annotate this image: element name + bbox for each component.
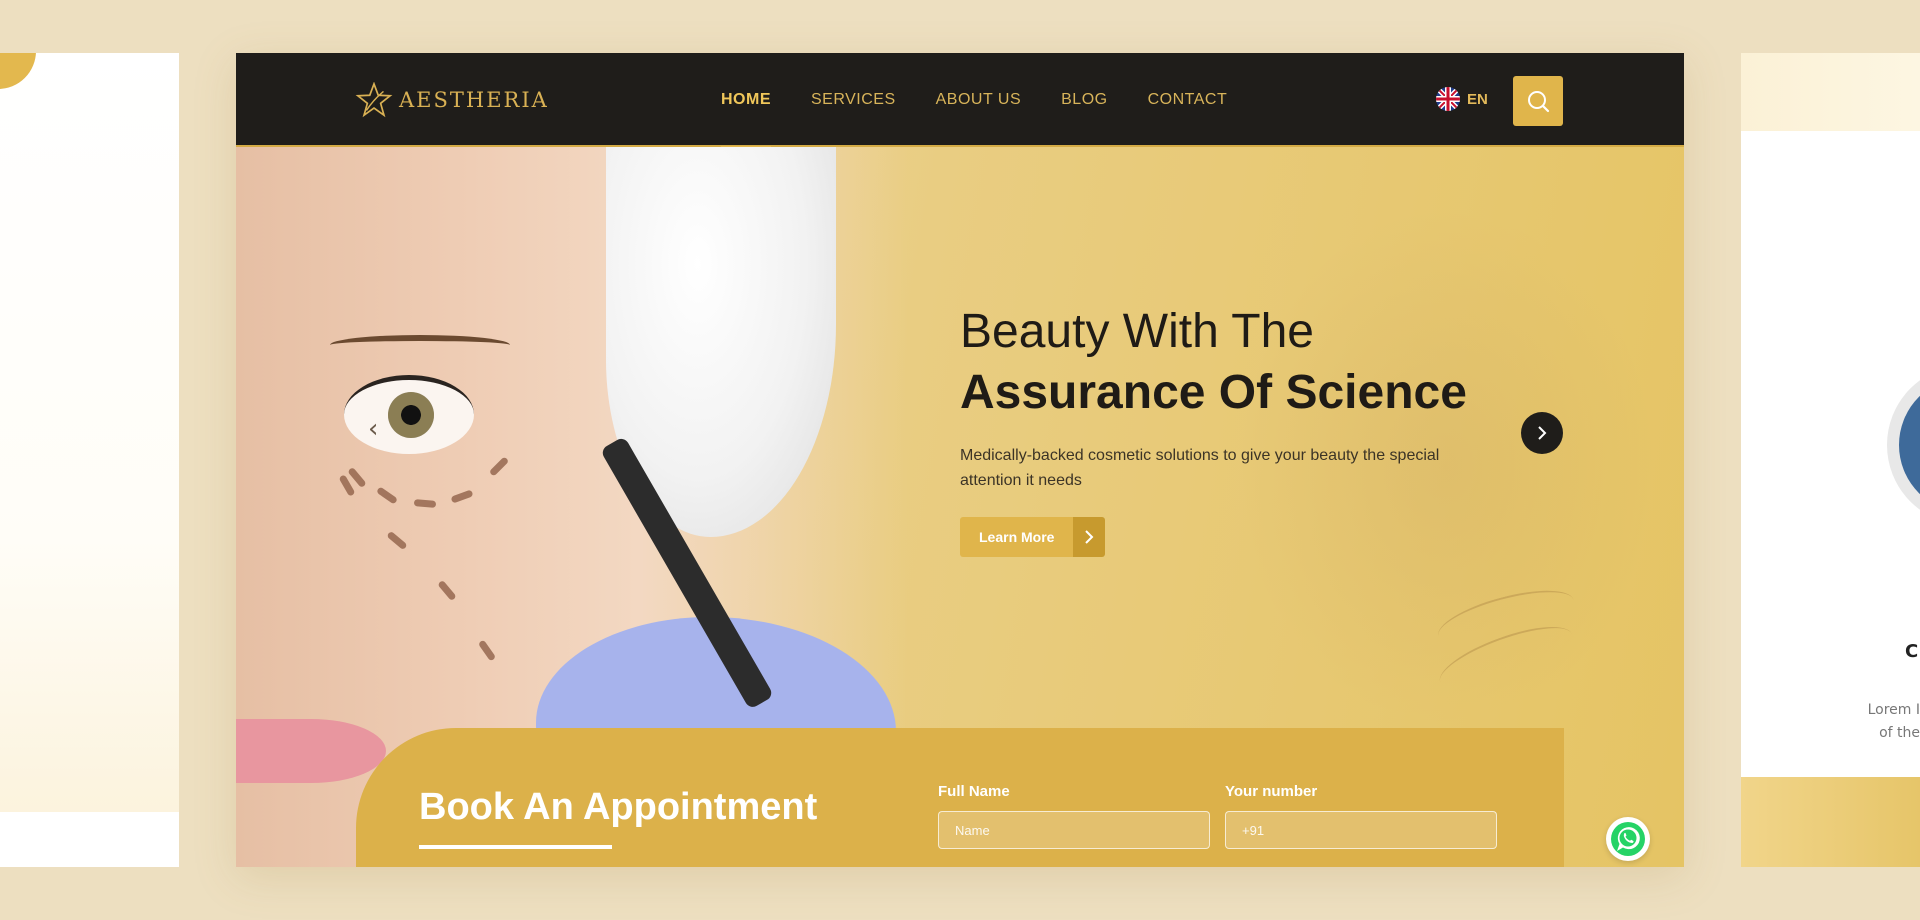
right-preview-header bbox=[1741, 53, 1920, 131]
right-preview-text: Lorem I of the bbox=[1867, 702, 1920, 741]
hero-banner: ‹ Beauty With The Assurance Of Science M… bbox=[236, 147, 1684, 867]
nav-about-us[interactable]: ABOUT US bbox=[936, 53, 1022, 147]
brand-name: AESTHERIA bbox=[399, 88, 549, 112]
booking-title-underline bbox=[419, 845, 612, 849]
right-preview-footer bbox=[1741, 777, 1920, 867]
navbar: AESTHERIA HOME SERVICES ABOUT US BLOG CO… bbox=[236, 53, 1684, 149]
marker-dash bbox=[488, 456, 510, 477]
hero-subtitle: Medically-backed cosmetic solutions to g… bbox=[960, 447, 1440, 489]
whatsapp-button[interactable] bbox=[1606, 817, 1650, 861]
slider-next-button[interactable] bbox=[1521, 412, 1563, 454]
language-selector[interactable]: EN bbox=[1436, 87, 1488, 111]
star-logo-icon bbox=[355, 82, 393, 118]
marker-dash bbox=[413, 499, 437, 508]
avatar bbox=[1887, 365, 1920, 525]
search-icon bbox=[1528, 91, 1550, 113]
chevron-right-icon bbox=[1538, 426, 1547, 440]
left-preview-panel bbox=[0, 53, 179, 867]
nav-home[interactable]: HOME bbox=[721, 53, 771, 149]
hero-image-brow bbox=[330, 335, 510, 355]
chevron-right-icon bbox=[1085, 530, 1094, 544]
full-name-input[interactable] bbox=[938, 811, 1210, 849]
uk-flag-icon bbox=[1436, 87, 1460, 111]
logo[interactable]: AESTHERIA bbox=[355, 82, 549, 118]
full-name-label: Full Name bbox=[938, 783, 1010, 800]
slider-prev-button[interactable]: ‹ bbox=[368, 414, 378, 444]
phone-number-label: Your number bbox=[1225, 783, 1318, 800]
nav-services[interactable]: SERVICES bbox=[811, 53, 896, 147]
main-page: AESTHERIA HOME SERVICES ABOUT US BLOG CO… bbox=[236, 53, 1684, 867]
learn-more-label: Learn More bbox=[960, 517, 1074, 557]
decorative-corner bbox=[0, 53, 36, 89]
hero-title-line-2: Assurance Of Science bbox=[960, 366, 1467, 419]
marker-dash bbox=[450, 489, 474, 504]
main-nav: HOME SERVICES ABOUT US BLOG CONTACT bbox=[721, 53, 1267, 149]
marker-dash bbox=[437, 579, 457, 602]
whatsapp-icon bbox=[1611, 822, 1645, 856]
nav-blog[interactable]: BLOG bbox=[1061, 53, 1107, 147]
hero-image-iris bbox=[388, 392, 434, 438]
hero-title-line-1: Beauty With The bbox=[960, 305, 1314, 358]
booking-panel: Book An Appointment Full Name Your numbe… bbox=[356, 728, 1564, 867]
hero-image-eye bbox=[344, 375, 474, 454]
marker-dash bbox=[375, 486, 399, 505]
right-preview-title: C bbox=[1905, 641, 1919, 662]
search-button[interactable] bbox=[1513, 76, 1563, 126]
nav-contact[interactable]: CONTACT bbox=[1148, 53, 1228, 147]
marker-dash bbox=[386, 530, 408, 551]
marker-dash bbox=[477, 639, 497, 662]
right-preview-panel: C Lorem I of the bbox=[1741, 53, 1920, 867]
booking-title: Book An Appointment bbox=[419, 786, 818, 828]
learn-more-button[interactable]: Learn More bbox=[960, 517, 1106, 557]
language-label: EN bbox=[1467, 90, 1488, 108]
hero-image-lips bbox=[236, 719, 386, 783]
learn-more-arrow bbox=[1073, 517, 1106, 557]
phone-number-input[interactable] bbox=[1225, 811, 1497, 849]
left-preview-footer bbox=[0, 812, 179, 867]
